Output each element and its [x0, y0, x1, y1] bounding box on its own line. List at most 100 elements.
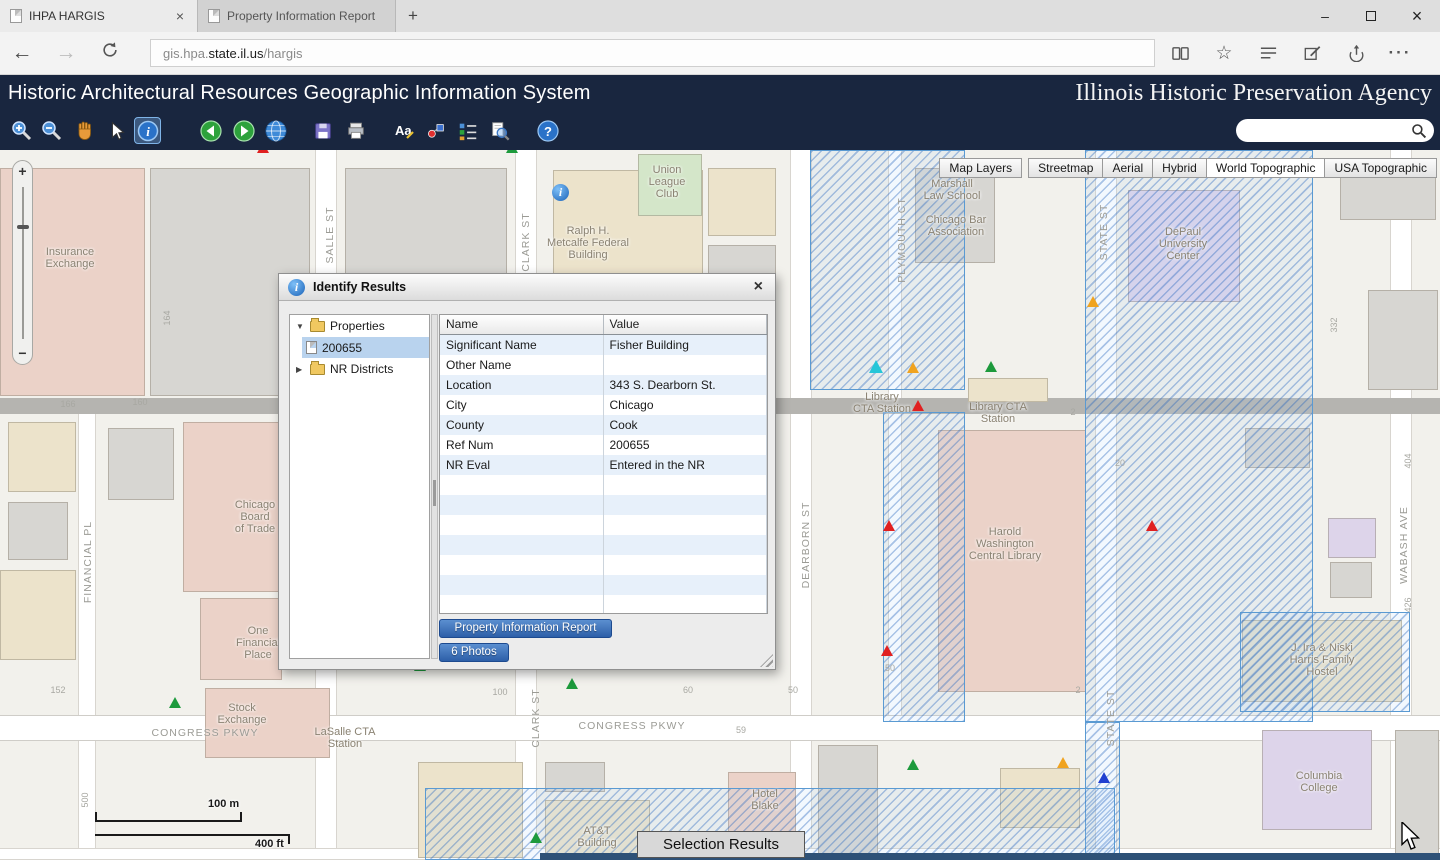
red-marker-icon[interactable]: [257, 150, 269, 153]
tab-property-information-report[interactable]: Property Information Report: [198, 0, 396, 32]
green-marker-icon[interactable]: [506, 150, 518, 153]
legend-icon[interactable]: [454, 117, 481, 144]
help-icon[interactable]: ?: [534, 117, 561, 144]
reading-view-icon[interactable]: [1169, 42, 1191, 64]
basemap-button-hybrid[interactable]: Hybrid: [1152, 158, 1207, 178]
feature-select-icon[interactable]: [422, 117, 449, 144]
splitter-grip[interactable]: [433, 480, 436, 506]
tree-collapse-icon[interactable]: ▶: [296, 365, 305, 374]
green-marker-icon[interactable]: [566, 678, 578, 689]
map-label: One Financial Place: [236, 625, 280, 661]
address-number: 152: [50, 685, 65, 695]
name-cell: [440, 495, 604, 515]
value-cell: [604, 575, 768, 595]
red-marker-icon[interactable]: [1146, 520, 1158, 531]
close-button[interactable]: ×: [1394, 0, 1440, 32]
basemap-buttons: StreetmapAerialHybridWorld TopographicUS…: [1029, 158, 1437, 178]
identify-icon[interactable]: i: [134, 117, 161, 144]
map-label: Library CTA Station: [969, 401, 1027, 425]
green-marker-icon[interactable]: [530, 832, 542, 843]
pan-icon[interactable]: [72, 117, 99, 144]
page-icon: [208, 9, 220, 23]
blue-marker-icon[interactable]: [1098, 772, 1110, 783]
zoom-slider[interactable]: + −: [12, 160, 33, 365]
new-tab-button[interactable]: +: [396, 0, 430, 32]
red-marker-icon[interactable]: [881, 645, 893, 656]
browser-action-icons: ☆ ···: [1169, 42, 1411, 64]
search-icon: [1411, 123, 1427, 139]
agency-title: Illinois Historic Preservation Agency: [1075, 80, 1432, 107]
map-label: Insurance Exchange: [46, 246, 95, 270]
tree-item-200655[interactable]: 200655: [302, 337, 429, 358]
print-icon[interactable]: [342, 117, 369, 144]
map-layers-button[interactable]: Map Layers: [939, 158, 1022, 178]
zoom-slider-track[interactable]: [22, 187, 24, 339]
orange-marker-icon[interactable]: [1087, 296, 1099, 307]
more-options-icon[interactable]: ···: [1389, 42, 1411, 64]
green-marker-icon[interactable]: [169, 697, 181, 708]
orange-marker-icon[interactable]: [1057, 757, 1069, 768]
address-number: 426: [1403, 597, 1413, 612]
next-extent-icon[interactable]: [230, 117, 257, 144]
forward-icon[interactable]: →: [44, 41, 88, 65]
value-cell: Chicago: [604, 395, 768, 415]
property-information-report-button[interactable]: Property Information Report: [439, 619, 612, 638]
share-icon[interactable]: [1345, 42, 1367, 64]
zoom-slider-handle[interactable]: [17, 225, 29, 229]
column-header-value: Value: [604, 315, 768, 334]
selection-results-tab[interactable]: Selection Results: [637, 831, 805, 858]
green-marker-icon[interactable]: [907, 759, 919, 770]
zoom-slider-minus-icon[interactable]: −: [13, 344, 32, 363]
dialog-resize-grip[interactable]: [760, 654, 773, 667]
dialog-title-bar[interactable]: i Identify Results ×: [279, 274, 775, 301]
tab-ihpa-hargis[interactable]: IHPA HARGIS ×: [0, 0, 198, 32]
building-footprint: [108, 428, 174, 500]
minimize-button[interactable]: –: [1302, 0, 1348, 32]
cyan-marker-icon[interactable]: [869, 360, 883, 373]
name-cell: [440, 535, 604, 555]
labels-icon[interactable]: Aa: [390, 117, 417, 144]
basemap-button-world-topographic[interactable]: World Topographic: [1206, 158, 1326, 178]
favorites-star-icon[interactable]: ☆: [1213, 42, 1235, 64]
tree-item-nr-districts[interactable]: ▶ NR Districts: [290, 358, 429, 380]
dialog-close-icon[interactable]: ×: [751, 278, 766, 296]
street-label: CLARK ST: [530, 688, 542, 747]
tab-close-icon[interactable]: ×: [173, 8, 187, 24]
nr-district-polygon[interactable]: [883, 412, 965, 722]
name-cell: [440, 515, 604, 535]
red-marker-icon[interactable]: [883, 520, 895, 531]
basemap-button-aerial[interactable]: Aerial: [1102, 158, 1153, 178]
back-icon[interactable]: ←: [0, 41, 44, 65]
hub-icon[interactable]: [1257, 42, 1279, 64]
photos-button[interactable]: 6 Photos: [439, 643, 509, 662]
panel-splitter[interactable]: [431, 314, 438, 659]
select-icon[interactable]: [103, 117, 130, 144]
tree-expand-icon[interactable]: ▼: [296, 322, 305, 331]
street-label: CLARK ST: [520, 212, 532, 271]
name-cell: Significant Name: [440, 335, 604, 355]
orange-marker-icon[interactable]: [907, 362, 919, 373]
save-icon[interactable]: [309, 117, 336, 144]
map-label: AT&T Building: [577, 825, 616, 849]
zoom-in-icon[interactable]: [8, 117, 35, 144]
name-cell: Location: [440, 375, 604, 395]
tree-item-properties[interactable]: ▼ Properties: [290, 315, 429, 337]
attribute-search-icon[interactable]: [486, 117, 513, 144]
previous-extent-icon[interactable]: [197, 117, 224, 144]
app-header: Historic Architectural Resources Geograp…: [0, 75, 1440, 112]
maximize-button[interactable]: [1348, 0, 1394, 32]
search-input[interactable]: [1236, 119, 1434, 142]
green-marker-icon[interactable]: [985, 361, 997, 372]
basemap-button-usa-topographic[interactable]: USA Topographic: [1324, 158, 1437, 178]
zoom-out-icon[interactable]: [38, 117, 65, 144]
address-number: 20: [1115, 458, 1125, 468]
address-bar[interactable]: gis.hpa.state.il.us/hargis: [150, 39, 1155, 67]
red-marker-icon[interactable]: [912, 400, 924, 411]
basemap-button-streetmap[interactable]: Streetmap: [1028, 158, 1103, 178]
full-extent-icon[interactable]: [262, 117, 289, 144]
zoom-slider-plus-icon[interactable]: +: [13, 162, 32, 181]
refresh-icon[interactable]: [88, 41, 132, 65]
result-row: Other Name: [440, 355, 767, 375]
street-label: STATE ST: [1105, 690, 1117, 747]
web-note-icon[interactable]: [1301, 42, 1323, 64]
